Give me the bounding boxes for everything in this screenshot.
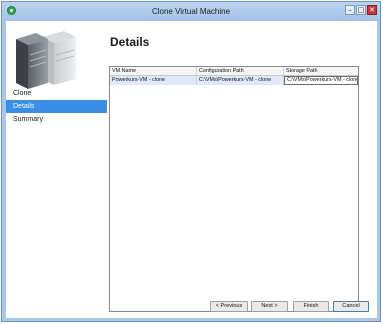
maximize-button[interactable]: □ — [356, 5, 366, 15]
step-summary[interactable]: Summary — [6, 113, 107, 126]
step-details[interactable]: Details — [6, 100, 107, 113]
wizard-footer: < Previous Next > Finish Cancel — [6, 301, 377, 318]
page-title: Details — [110, 35, 150, 49]
server-icon — [16, 31, 76, 89]
step-clone[interactable]: Clone — [6, 87, 107, 100]
previous-button[interactable]: < Previous — [210, 301, 248, 312]
column-storage-path[interactable]: Storage Path — [284, 67, 358, 75]
configuration-path-cell[interactable]: C:\VMs\Powerkurs-VM - clone — [197, 76, 284, 85]
clone-vm-window: Clone Virtual Machine – □ ✕ Clone Detail… — [1, 1, 381, 322]
vm-name-cell[interactable]: Powerkurs-VM - clone — [110, 76, 197, 85]
wizard-steps: Clone Details Summary — [6, 87, 107, 126]
close-button[interactable]: ✕ — [367, 5, 377, 15]
details-panel: Details VM Name Configuration Path Stora… — [107, 21, 377, 318]
minimize-button[interactable]: – — [345, 5, 355, 15]
cancel-button[interactable]: Cancel — [333, 301, 369, 312]
window-title: Clone Virtual Machine — [151, 7, 231, 16]
window-controls: – □ ✕ — [345, 5, 377, 15]
vm-details-table: VM Name Configuration Path Storage Path … — [109, 66, 359, 312]
table-header: VM Name Configuration Path Storage Path — [110, 67, 358, 76]
table-row[interactable]: Powerkurs-VM - clone C:\VMs\Powerkurs-VM… — [110, 76, 358, 85]
storage-path-input[interactable]: C:\VMs\Powerkurs-VM - clone — [284, 76, 358, 85]
finish-button[interactable]: Finish — [293, 301, 329, 312]
title-bar[interactable]: Clone Virtual Machine – □ ✕ — [2, 2, 380, 21]
column-configuration-path[interactable]: Configuration Path — [197, 67, 284, 75]
next-button[interactable]: Next > — [251, 301, 288, 312]
wizard-body: Clone Details Summary Details VM Name Co… — [6, 21, 377, 318]
column-vm-name[interactable]: VM Name — [110, 67, 197, 75]
wizard-sidebar: Clone Details Summary — [6, 21, 107, 318]
